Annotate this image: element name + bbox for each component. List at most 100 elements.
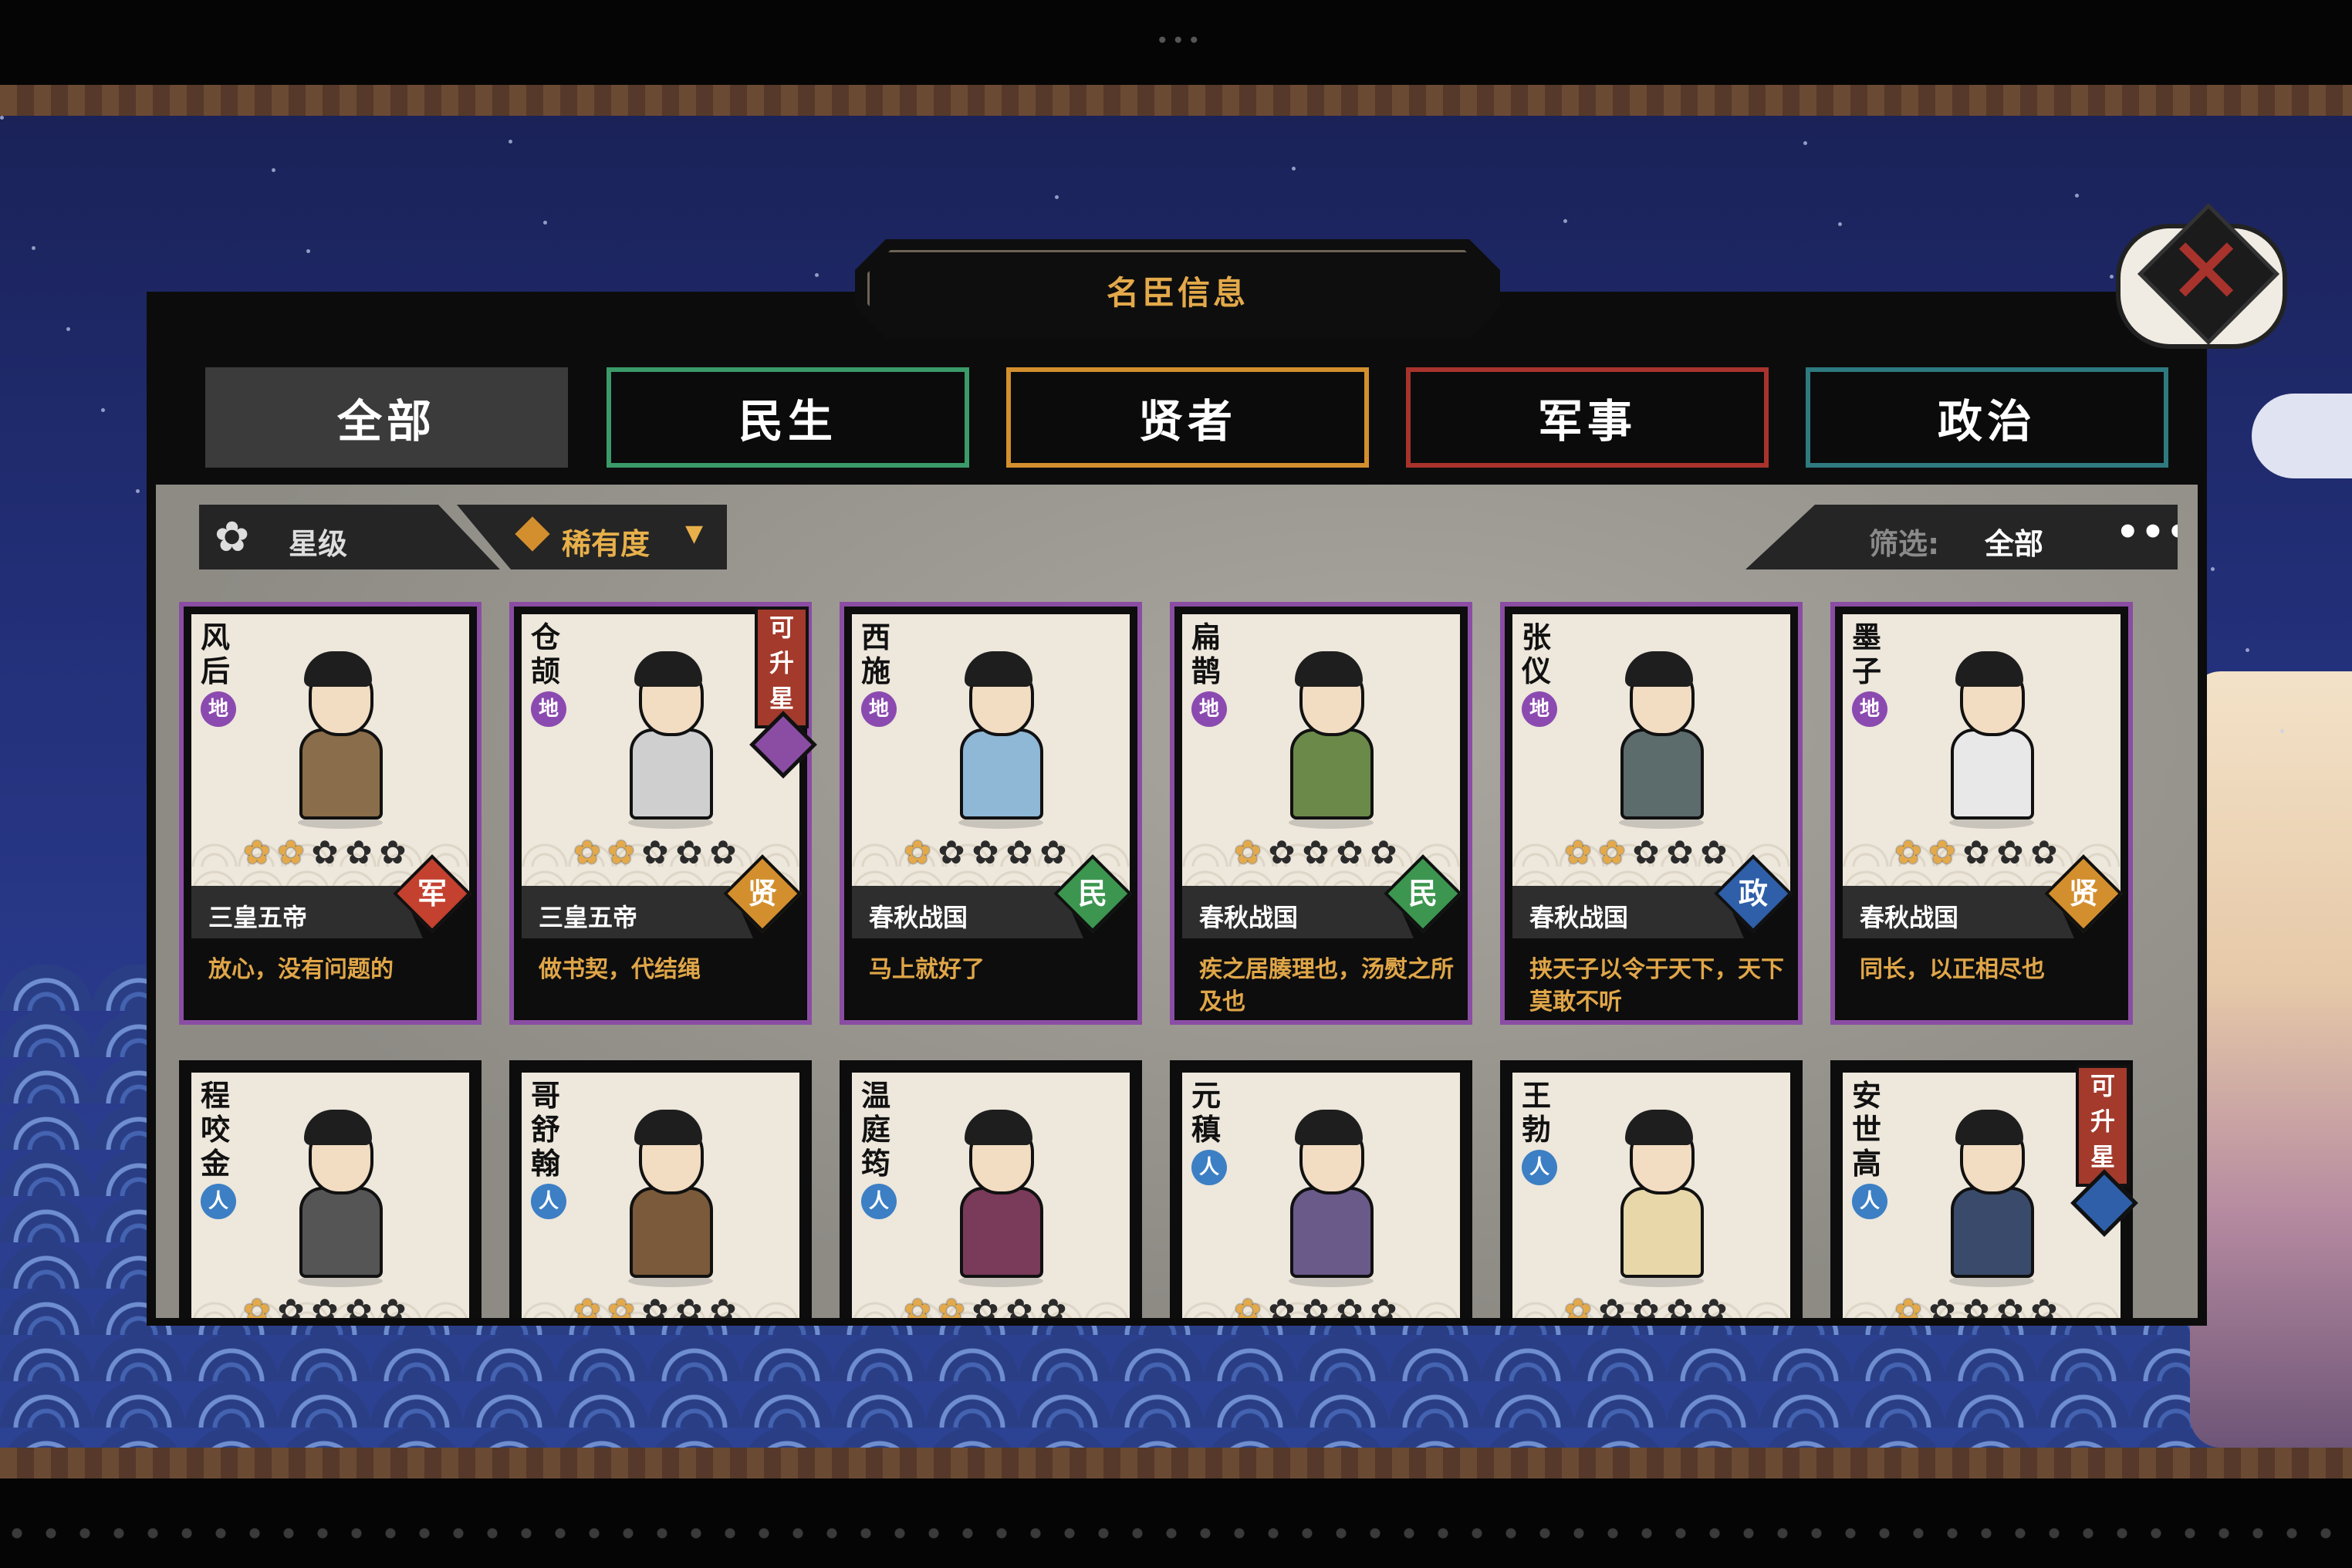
star-icon: ✿: [972, 1292, 999, 1319]
star-icon: ✿: [1005, 1292, 1033, 1319]
star-icon: ✿: [345, 1292, 373, 1319]
star-icon: ✿: [938, 833, 965, 871]
star-icon: ✿: [709, 1292, 737, 1319]
filter-label: 筛选:: [1869, 527, 1940, 561]
star-icon: ✿: [1268, 1292, 1296, 1319]
realm-badge: 地: [861, 691, 897, 727]
upgrade-tag[interactable]: 可升星: [2076, 1065, 2130, 1187]
category-badge: 军: [417, 877, 447, 911]
star-icon: ✿: [379, 1292, 407, 1319]
star-icon: ✿: [1666, 1292, 1694, 1319]
minister-card[interactable]: 温庭筠人 ✿ ✿ ✿ ✿ ✿: [840, 1060, 1142, 1318]
era-label: 春秋战国: [1182, 886, 1414, 938]
drag-handle[interactable]: •••: [1156, 28, 1204, 53]
star-icon: ✿: [1700, 1292, 1728, 1319]
realm-badge: 人: [861, 1184, 897, 1219]
minister-portrait: [607, 645, 730, 830]
minister-portrait: [1267, 1103, 1391, 1289]
star-icon: ✿: [1302, 833, 1330, 871]
minister-card[interactable]: 王勃人 ✿ ✿ ✿ ✿ ✿: [1500, 1060, 1803, 1318]
minister-card[interactable]: 西施地 ✿ ✿ ✿ ✿ ✿ 春秋战国民马上就好了: [840, 602, 1142, 1025]
star-icon: ✿: [1928, 833, 1956, 871]
rarity-sort-label: 稀有度: [562, 527, 651, 561]
minister-card[interactable]: 哥舒翰人 ✿ ✿ ✿ ✿ ✿: [509, 1060, 812, 1318]
star-icon: ✿: [1666, 833, 1694, 871]
flower-icon: ✿: [215, 512, 250, 561]
star-icon: ✿: [904, 833, 931, 871]
star-rating: ✿ ✿ ✿ ✿ ✿: [571, 836, 739, 870]
tab-1[interactable]: 民生: [607, 367, 969, 468]
sky-star: [2211, 567, 2215, 571]
close-icon: ✕: [2167, 218, 2246, 326]
sky-star: [306, 249, 310, 253]
minister-card[interactable]: 程咬金人 ✿ ✿ ✿ ✿ ✿: [179, 1060, 482, 1318]
star-rating: ✿ ✿ ✿ ✿ ✿: [571, 1292, 739, 1319]
filter-dropdown[interactable]: 筛选: 全部 •••: [1745, 505, 2178, 569]
category-badge: 民: [1077, 877, 1107, 911]
star-sort-label: 星级: [289, 527, 348, 561]
sky-star: [1292, 167, 1296, 171]
minister-portrait: [937, 645, 1060, 830]
sky-star: [1838, 222, 1842, 226]
minister-card[interactable]: 安世高人 ✿ ✿ ✿ ✿ ✿ 可升星: [1830, 1060, 2138, 1319]
star-icon: ✿: [1336, 833, 1364, 871]
star-sort-button[interactable]: ✿ 星级: [199, 505, 500, 569]
minister-card[interactable]: 扁鹊地 ✿ ✿ ✿ ✿ ✿ 春秋战国民疾之居腠理也，汤熨之所及也: [1170, 602, 1472, 1025]
realm-badge: 地: [1522, 691, 1557, 727]
era-label: 三皇五帝: [522, 886, 753, 938]
minister-quote: 做书契，代结绳: [539, 956, 701, 983]
minister-card[interactable]: 墨子地 ✿ ✿ ✿ ✿ ✿ 春秋战国贤同长，以正相尽也: [1830, 602, 2133, 1025]
star-rating: ✿ ✿ ✿ ✿ ✿: [1562, 836, 1730, 870]
minister-card[interactable]: 张仪地 ✿ ✿ ✿ ✿ ✿ 春秋战国政挟天子以令于天下，天下莫敢不听: [1500, 602, 1803, 1025]
sky-star: [509, 140, 512, 144]
tab-0[interactable]: 全部: [205, 367, 568, 468]
close-button[interactable]: ✕: [2116, 203, 2287, 363]
minister-name: 程咬金: [201, 1079, 231, 1181]
sky-star: [66, 327, 70, 331]
minister-portrait: [1928, 645, 2051, 830]
star-rating: ✿ ✿ ✿ ✿ ✿: [241, 836, 409, 870]
minister-quote: 放心，没有问题的: [208, 956, 394, 983]
minister-name: 温庭筠: [861, 1079, 891, 1181]
star-icon: ✿: [1962, 833, 1990, 871]
sky-star: [815, 273, 819, 277]
category-badge: 政: [1738, 877, 1768, 911]
realm-badge: 人: [531, 1184, 566, 1219]
star-icon: ✿: [2030, 833, 2058, 871]
realm-badge: 人: [1522, 1150, 1557, 1185]
minister-portrait: [1597, 1103, 1721, 1289]
minister-card[interactable]: 元稹人 ✿ ✿ ✿ ✿ ✿: [1170, 1060, 1472, 1318]
minister-name: 安世高: [1852, 1079, 1882, 1181]
star-icon: ✿: [277, 833, 305, 871]
upgrade-tag[interactable]: 可升星: [755, 607, 809, 728]
bottom-border: [0, 1448, 2352, 1478]
star-icon: ✿: [1598, 1292, 1626, 1319]
more-icon[interactable]: •••: [2116, 511, 2178, 554]
star-rating: ✿ ✿ ✿ ✿ ✿: [1892, 836, 2060, 870]
cloud-decoration: [2252, 394, 2352, 478]
star-icon: ✿: [607, 1292, 635, 1319]
star-icon: ✿: [1928, 1292, 1956, 1319]
star-icon: ✿: [1336, 1292, 1364, 1319]
top-bar: •••: [0, 0, 2352, 85]
star-icon: ✿: [709, 833, 737, 871]
star-icon: ✿: [675, 1292, 703, 1319]
tab-3[interactable]: 军事: [1406, 367, 1769, 468]
rarity-sort-button[interactable]: 稀有度 ▼: [457, 505, 727, 569]
star-icon: ✿: [1564, 1292, 1592, 1319]
tab-2[interactable]: 贤者: [1006, 367, 1369, 468]
star-icon: ✿: [1598, 833, 1626, 871]
sky-star: [32, 246, 35, 250]
era-label: 春秋战国: [1512, 886, 1744, 938]
star-icon: ✿: [641, 1292, 669, 1319]
star-icon: ✿: [1564, 833, 1592, 871]
star-icon: ✿: [1039, 1292, 1067, 1319]
tab-4[interactable]: 政治: [1806, 367, 2168, 468]
minister-card[interactable]: 风后地 ✿ ✿ ✿ ✿ ✿ 三皇五帝军放心，没有问题的: [179, 602, 482, 1025]
minister-portrait: [1597, 645, 1721, 830]
star-icon: ✿: [1894, 1292, 1922, 1319]
card-area: ✿ 星级 稀有度 ▼ 筛选: 全部 ••• 风后地 ✿ ✿ ✿ ✿ ✿ 三皇五帝军放心，没有…: [156, 485, 2198, 1318]
minister-card[interactable]: 仓颉地 ✿ ✿ ✿ ✿ ✿ 三皇五帝贤做书契，代结绳可升星: [509, 602, 817, 1025]
minister-portrait: [937, 1103, 1060, 1289]
minister-portrait: [276, 645, 400, 830]
